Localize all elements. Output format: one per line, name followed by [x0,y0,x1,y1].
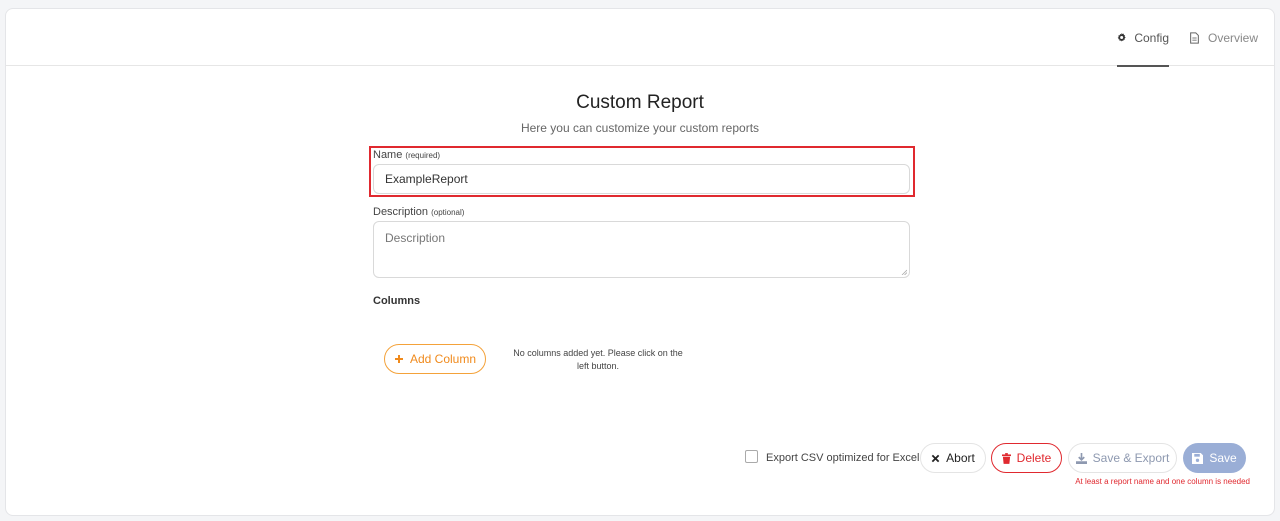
abort-label: Abort [946,451,975,465]
trash-icon [1001,452,1011,464]
save-label: Save [1209,451,1237,465]
tab-overview[interactable]: Overview [1189,9,1258,66]
tab-config-label: Config [1134,30,1169,45]
name-required-hint: (required) [405,151,441,160]
gear-icon [1117,32,1126,42]
resize-grip-icon[interactable] [901,269,907,275]
tab-config[interactable]: Config [1117,9,1169,67]
export-csv-label[interactable]: Export CSV optimized for Excel [766,452,919,464]
name-label-text: Name [373,149,403,161]
document-icon [1190,31,1199,44]
add-column-label: Add Column [409,352,477,366]
save-export-button[interactable]: Save & Export [1068,443,1177,473]
save-button[interactable]: Save [1183,443,1246,473]
page-title: Custom Report [576,92,704,113]
save-export-label: Save & Export [1092,451,1170,465]
delete-button[interactable]: Delete [991,443,1062,473]
export-csv-checkbox[interactable] [745,450,758,463]
name-input[interactable] [373,164,910,194]
delete-label: Delete [1016,451,1052,465]
name-label: Name (required) [373,149,440,161]
description-label: Description (optional) [373,206,464,218]
description-optional-hint: (optional) [431,208,465,217]
description-label-text: Description [373,206,429,218]
tab-overview-label: Overview [1208,30,1259,45]
page-subtitle: Here you can customize your custom repor… [520,121,760,135]
download-icon [1075,452,1087,464]
validation-error: At least a report name and one column is… [1075,477,1250,486]
x-icon [931,454,940,462]
floppy-disk-icon [1192,452,1204,464]
empty-columns-text: No columns added yet. Please click on th… [513,348,683,371]
columns-title: Columns [373,295,421,307]
add-column-button[interactable]: Add Column [384,344,486,374]
plus-icon [394,355,403,363]
report-card: Config Overview Custom Report Here you c… [5,8,1275,516]
top-bar: Config Overview [6,9,1274,67]
description-textarea[interactable] [373,221,910,278]
abort-button[interactable]: Abort [920,443,986,473]
